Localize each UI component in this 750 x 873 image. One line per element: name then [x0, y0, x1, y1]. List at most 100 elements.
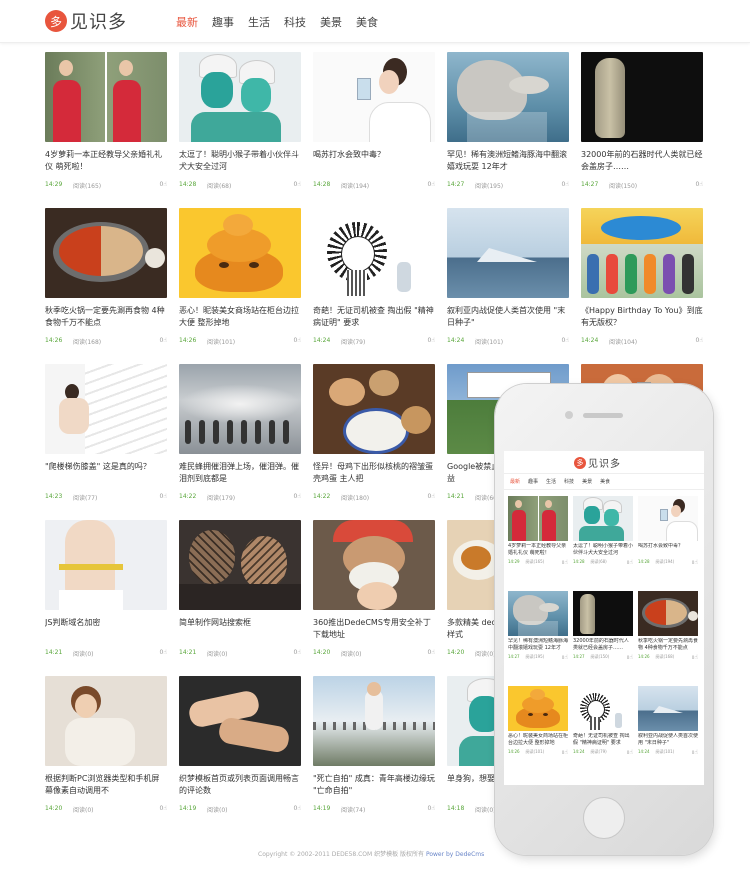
article-title[interactable]: 叙利亚内战促使人类首次使用 "末日种子": [638, 733, 698, 747]
like-button[interactable]: 0 ☝: [428, 805, 435, 812]
like-button[interactable]: 0 ☝: [428, 493, 435, 500]
article-card[interactable]: 简单制作网站搜索框 14:21 阅读(0) 0 ☝: [179, 520, 301, 658]
article-thumbnail[interactable]: [573, 686, 633, 731]
article-card[interactable]: JS判断域名加密 14:21 阅读(0) 0 ☝: [45, 520, 167, 658]
article-card[interactable]: "死亡自拍" 成真：青年高楼边缘玩 "亡命自拍" 14:19 阅读(74) 0 ☝: [313, 676, 435, 814]
like-button[interactable]: 0 ☝: [562, 559, 568, 566]
article-card[interactable]: 怪异！母鸡下出形似核桃的褶皱蛋 壳鸡蛋 主人把 14:22 阅读(180) 0 ☝: [313, 364, 435, 502]
article-title[interactable]: 恶心！昵装美女商场站在柜台边拉大便 整形掉地: [179, 305, 301, 331]
article-title[interactable]: 32000年前的石器时代人类就已经会盖房子……: [573, 638, 633, 652]
nav-item-scenery[interactable]: 美景: [320, 14, 342, 30]
like-button[interactable]: 0 ☝: [692, 654, 698, 661]
article-card[interactable]: 叙利亚内战促使人类首次使用 "末日种子" 14:24 阅读(101) 0 ☝: [638, 686, 698, 756]
article-title[interactable]: 喝苏打水会致中毒？: [638, 543, 698, 557]
mobile-nav-item-tech[interactable]: 科技: [564, 478, 574, 485]
article-thumbnail[interactable]: [508, 686, 568, 731]
like-button[interactable]: 0 ☝: [160, 805, 167, 812]
article-card[interactable]: 《Happy Birthday To You》到底有无版权？ 14:24 阅读(10…: [581, 208, 703, 346]
article-thumbnail[interactable]: [45, 520, 167, 610]
article-thumbnail[interactable]: [313, 364, 435, 454]
mobile-logo[interactable]: 多 见识多: [574, 455, 621, 470]
article-title[interactable]: 4岁萝莉一本正经教导父亲婚礼礼仪 萌死啦！: [45, 149, 167, 175]
article-title[interactable]: 根据判断PC浏览器类型和手机屏幕像素自动调用不: [45, 773, 167, 799]
article-title[interactable]: 罕见！稀有澳洲短鳍海豚海中翻滚嬉戏玩耍 12年才: [447, 149, 569, 175]
article-title[interactable]: 32000年前的石器时代人类就已经会盖房子……: [581, 149, 703, 175]
article-thumbnail[interactable]: [313, 676, 435, 766]
article-card[interactable]: 奇葩！无证司机被查 掏出假 "精神病证明" 要求 14:24 阅读(79) 0 ☝: [573, 686, 633, 756]
home-button[interactable]: [583, 797, 625, 839]
article-card[interactable]: 喝苏打水会致中毒？ 14:28 阅读(194) 0 ☝: [313, 52, 435, 190]
article-title[interactable]: 太逗了！聪明小猴子带着小伙伴斗犬大安全过河: [179, 149, 301, 175]
article-card[interactable]: "爬楼梯伤膝盖" 这是真的吗？ 14:23 阅读(77) 0 ☝: [45, 364, 167, 502]
article-card[interactable]: 秋季吃火锅一定要先涮再食物 4种食物千万不能点 14:26 阅读(168) 0 ☝: [638, 591, 698, 661]
article-title[interactable]: 太逗了！聪明小猴子带着小伙伴斗犬大安全过河: [573, 543, 633, 557]
article-card[interactable]: 32000年前的石器时代人类就已经会盖房子…… 14:27 阅读(150) 0 ☝: [573, 591, 633, 661]
article-title[interactable]: 奇葩！无证司机被查 掏出假 "精神病证明" 要求: [313, 305, 435, 331]
article-card[interactable]: 恶心！昵装美女商场站在柜台边拉大便 整形掉地 14:26 阅读(101) 0 ☝: [179, 208, 301, 346]
article-thumbnail[interactable]: [179, 676, 301, 766]
mobile-nav-item-life[interactable]: 生活: [546, 478, 556, 485]
article-thumbnail[interactable]: [179, 52, 301, 142]
like-button[interactable]: 0 ☝: [294, 805, 301, 812]
like-button[interactable]: 0 ☝: [294, 337, 301, 344]
article-thumbnail[interactable]: [573, 496, 633, 541]
article-title[interactable]: 罕见！稀有澳洲短鳍海豚海中翻滚嬉戏玩耍 12年才: [508, 638, 568, 652]
article-card[interactable]: 叙利亚内战促使人类首次使用 "末日种子" 14:24 阅读(101) 0 ☝: [447, 208, 569, 346]
article-thumbnail[interactable]: [581, 208, 703, 298]
article-thumbnail[interactable]: [45, 52, 167, 142]
article-card[interactable]: 360推出DedeCMS专用安全补丁下载地址 14:20 阅读(0) 0 ☝: [313, 520, 435, 658]
mobile-nav-item-scenery[interactable]: 美景: [582, 478, 592, 485]
article-title[interactable]: 秋季吃火锅一定要先涮再食物 4种食物千万不能点: [45, 305, 167, 331]
article-title[interactable]: 简单制作网站搜索框: [179, 617, 301, 643]
article-thumbnail[interactable]: [447, 208, 569, 298]
article-thumbnail[interactable]: [508, 496, 568, 541]
article-thumbnail[interactable]: [638, 686, 698, 731]
nav-item-tech[interactable]: 科技: [284, 14, 306, 30]
article-thumbnail[interactable]: [447, 52, 569, 142]
nav-item-latest[interactable]: 最新: [176, 14, 198, 30]
nav-item-life[interactable]: 生活: [248, 14, 270, 30]
article-thumbnail[interactable]: [179, 520, 301, 610]
article-thumbnail[interactable]: [581, 52, 703, 142]
article-title[interactable]: 《Happy Birthday To You》到底有无版权？: [581, 305, 703, 331]
nav-item-food[interactable]: 美食: [356, 14, 378, 30]
article-title[interactable]: "死亡自拍" 成真：青年高楼边缘玩 "亡命自拍": [313, 773, 435, 799]
like-button[interactable]: 0 ☝: [696, 181, 703, 188]
article-title[interactable]: 360推出DedeCMS专用安全补丁下载地址: [313, 617, 435, 643]
footer-powered-link[interactable]: Power by DedeCms: [426, 851, 484, 858]
like-button[interactable]: 0 ☝: [428, 337, 435, 344]
like-button[interactable]: 0 ☝: [160, 649, 167, 656]
like-button[interactable]: 0 ☝: [627, 654, 633, 661]
article-card[interactable]: 4岁萝莉一本正经教导父亲婚礼礼仪 萌死啦！ 14:29 阅读(165) 0 ☝: [45, 52, 167, 190]
article-card[interactable]: 太逗了！聪明小猴子带着小伙伴斗犬大安全过河 14:28 阅读(68) 0 ☝: [573, 496, 633, 566]
like-button[interactable]: 0 ☝: [696, 337, 703, 344]
like-button[interactable]: 0 ☝: [294, 649, 301, 656]
article-thumbnail[interactable]: [45, 208, 167, 298]
like-button[interactable]: 0 ☝: [428, 649, 435, 656]
article-card[interactable]: 喝苏打水会致中毒？ 14:28 阅读(194) 0 ☝: [638, 496, 698, 566]
mobile-nav-item-food[interactable]: 美食: [600, 478, 610, 485]
article-title[interactable]: 4岁萝莉一本正经教导父亲婚礼礼仪 萌死啦！: [508, 543, 568, 557]
like-button[interactable]: 0 ☝: [294, 493, 301, 500]
like-button[interactable]: 0 ☝: [428, 181, 435, 188]
like-button[interactable]: 0 ☝: [627, 559, 633, 566]
site-logo[interactable]: 多 见识多: [45, 8, 127, 34]
article-title[interactable]: JS判断域名加密: [45, 617, 167, 643]
article-thumbnail[interactable]: [508, 591, 568, 636]
article-title[interactable]: 奇葩！无证司机被查 掏出假 "精神病证明" 要求: [573, 733, 633, 747]
article-card[interactable]: 秋季吃火锅一定要先涮再食物 4种食物千万不能点 14:26 阅读(168) 0 ☝: [45, 208, 167, 346]
article-card[interactable]: 4岁萝莉一本正经教导父亲婚礼礼仪 萌死啦！ 14:29 阅读(165) 0 ☝: [508, 496, 568, 566]
article-card[interactable]: 根据判断PC浏览器类型和手机屏幕像素自动调用不 14:20 阅读(0) 0 ☝: [45, 676, 167, 814]
mobile-nav-item-latest[interactable]: 最新: [510, 478, 520, 485]
article-thumbnail[interactable]: [573, 591, 633, 636]
article-title[interactable]: 叙利亚内战促使人类首次使用 "末日种子": [447, 305, 569, 331]
article-card[interactable]: 32000年前的石器时代人类就已经会盖房子…… 14:27 阅读(150) 0 ☝: [581, 52, 703, 190]
like-button[interactable]: 0 ☝: [562, 181, 569, 188]
like-button[interactable]: 0 ☝: [627, 749, 633, 756]
article-title[interactable]: "爬楼梯伤膝盖" 这是真的吗？: [45, 461, 167, 487]
article-card[interactable]: 罕见！稀有澳洲短鳍海豚海中翻滚嬉戏玩耍 12年才 14:27 阅读(195) 0 ☝: [508, 591, 568, 661]
article-thumbnail[interactable]: [179, 364, 301, 454]
like-button[interactable]: 0 ☝: [692, 749, 698, 756]
article-title[interactable]: 秋季吃火锅一定要先涮再食物 4种食物千万不能点: [638, 638, 698, 652]
article-card[interactable]: 织梦模板首页或列表页面调用畅言的评论数 14:19 阅读(0) 0 ☝: [179, 676, 301, 814]
